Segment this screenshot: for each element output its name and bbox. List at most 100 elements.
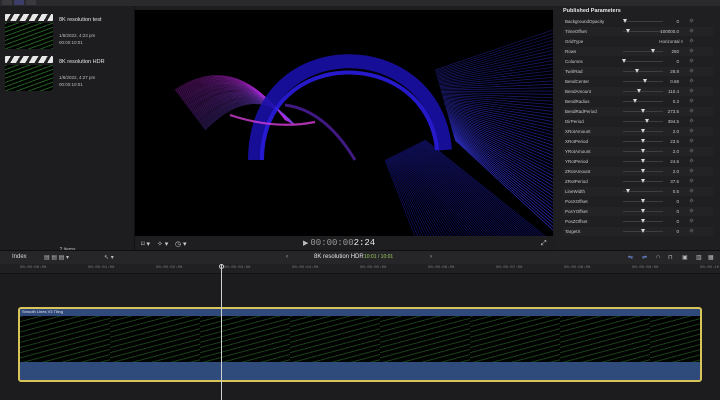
param-value[interactable]: 0 (676, 229, 679, 234)
index-button[interactable]: Index (12, 254, 27, 260)
keyframe-icon[interactable] (689, 158, 694, 163)
param-row[interactable]: PosXOffset 0 (563, 197, 713, 206)
param-value[interactable]: Horizontal ◊ (659, 39, 683, 44)
keyframe-icon[interactable] (689, 88, 694, 93)
param-row[interactable]: BackgroundOpacity 0 (563, 17, 713, 26)
enhance-icon[interactable]: ✧ ▾ (157, 240, 168, 248)
param-row[interactable]: TwirlRad 28.8 (563, 67, 713, 76)
param-value[interactable]: 394.5 (668, 119, 679, 124)
param-row[interactable]: BendCenter 0.68 (563, 77, 713, 86)
param-slider[interactable] (623, 91, 663, 92)
keyframe-icon[interactable] (689, 228, 694, 233)
param-row[interactable]: YRotAmount 2.0 (563, 147, 713, 156)
viewer-canvas[interactable] (135, 10, 553, 236)
keyframe-icon[interactable] (689, 78, 694, 83)
slider-knob[interactable] (641, 149, 645, 153)
param-value[interactable]: 0 (676, 219, 679, 224)
param-row[interactable]: TargetX 0 (563, 227, 713, 236)
param-slider[interactable] (623, 121, 663, 122)
param-value[interactable]: 0.68 (670, 79, 679, 84)
param-value[interactable]: 0 (676, 59, 679, 64)
audio-meters-icon[interactable]: ▥ (696, 254, 702, 261)
param-row[interactable]: Columns 0 (563, 57, 713, 66)
param-row[interactable]: YRotPeriod 24.6 (563, 157, 713, 166)
param-row[interactable]: LineWidth 0.5 (563, 187, 713, 196)
param-value[interactable]: 0.3 (673, 99, 679, 104)
param-value[interactable]: 100000.0 (660, 29, 679, 34)
clip-thumbnail[interactable] (5, 65, 53, 91)
keyframe-icon[interactable] (689, 48, 694, 53)
slider-knob[interactable] (641, 129, 645, 133)
param-row[interactable]: XRotAmount 2.0 (563, 127, 713, 136)
fullscreen-icon[interactable]: ⤢ (541, 240, 547, 248)
slider-knob[interactable] (641, 219, 645, 223)
slider-knob[interactable] (625, 189, 630, 193)
param-slider[interactable] (623, 101, 663, 102)
param-row[interactable]: BendRadius 0.3 (563, 97, 713, 106)
param-value[interactable]: 24.6 (670, 159, 679, 164)
keyframe-icon[interactable] (689, 148, 694, 153)
keyframe-icon[interactable] (689, 68, 694, 73)
param-row[interactable]: XRotPeriod 23.5 (563, 137, 713, 146)
photos-icon[interactable] (14, 0, 24, 5)
keyframe-icon[interactable] (689, 38, 694, 43)
speed-icon[interactable]: ◷ ▾ (175, 240, 187, 248)
keyframe-icon[interactable] (689, 178, 694, 183)
slider-knob[interactable] (641, 159, 645, 163)
param-row[interactable]: PosZOffset 0 (563, 217, 713, 226)
param-row[interactable]: PosYOffset 0 (563, 207, 713, 216)
slider-knob[interactable] (641, 169, 645, 173)
param-row[interactable]: Rows 250 (563, 47, 713, 56)
clip-thumbnail[interactable] (5, 23, 53, 49)
param-row[interactable]: ZRotPeriod 37.5 (563, 177, 713, 186)
param-row[interactable]: BendRadPeriod 273.5 (563, 107, 713, 116)
browser-clip[interactable]: 8K resolution test 1/8/2022, 4:23 pm 00:… (5, 14, 133, 54)
snapping-icon[interactable]: ⊓ (668, 254, 673, 261)
clip-appearance-icon[interactable]: ▤ ▤ ▤ ▾ (44, 254, 69, 261)
slider-knob[interactable] (645, 119, 649, 123)
param-value[interactable]: 110.4 (668, 89, 679, 94)
browser-clip[interactable]: 8K resolution HDR 1/8/2022, 4:27 pm 00:0… (5, 56, 133, 96)
keyframe-icon[interactable] (689, 198, 694, 203)
clip-view-icon[interactable]: ▣ (682, 254, 688, 261)
keyframe-icon[interactable] (689, 28, 694, 33)
param-value[interactable]: 250 (671, 49, 679, 54)
slider-knob[interactable] (641, 209, 645, 213)
param-slider[interactable] (623, 61, 663, 62)
param-value[interactable]: 2.0 (673, 169, 679, 174)
param-row[interactable]: DirPeriod 394.5 (563, 117, 713, 126)
param-value[interactable]: 0 (676, 199, 679, 204)
param-value[interactable]: 0 (676, 209, 679, 214)
select-tool-icon[interactable]: ↖ ▾ (104, 254, 114, 261)
param-row[interactable]: TimeOffset 100000.0 (563, 27, 713, 36)
library-icon[interactable] (2, 0, 12, 5)
effects-browser-icon[interactable]: ▦ (708, 254, 714, 261)
slider-knob[interactable] (641, 229, 645, 233)
keyframe-icon[interactable] (689, 218, 694, 223)
param-value[interactable]: 37.5 (670, 179, 679, 184)
titles-icon[interactable] (26, 0, 36, 5)
timeline-clip[interactable]: Smooth Lines V3 Tiling (18, 307, 702, 382)
keyframe-icon[interactable] (689, 108, 694, 113)
slider-knob[interactable] (623, 19, 627, 23)
skimming-icon[interactable]: ⇋ (628, 254, 633, 261)
param-row[interactable]: GridType Horizontal ◊ (563, 37, 713, 46)
keyframe-icon[interactable] (689, 188, 694, 193)
timeline-ruler[interactable]: 00:00:00:00 00:00:01:00 00:00:02:00 00:00:0… (0, 264, 720, 274)
slider-knob[interactable] (641, 139, 645, 143)
slider-knob[interactable] (635, 69, 639, 73)
slider-knob[interactable] (643, 79, 647, 83)
param-row[interactable]: BendAmount 110.4 (563, 87, 713, 96)
slider-knob[interactable] (641, 109, 645, 113)
transform-icon[interactable]: ⌑ ▾ (141, 240, 150, 248)
param-value[interactable]: 2.0 (673, 149, 679, 154)
param-slider[interactable] (623, 51, 663, 52)
keyframe-icon[interactable] (689, 118, 694, 123)
param-slider[interactable] (623, 21, 663, 22)
param-value[interactable]: 2.0 (673, 129, 679, 134)
playhead[interactable] (221, 264, 222, 400)
keyframe-icon[interactable] (689, 18, 694, 23)
slider-knob[interactable] (651, 49, 655, 53)
back-arrow-icon[interactable]: ‹ (286, 254, 288, 260)
solo-icon[interactable]: ∩ (656, 254, 660, 260)
